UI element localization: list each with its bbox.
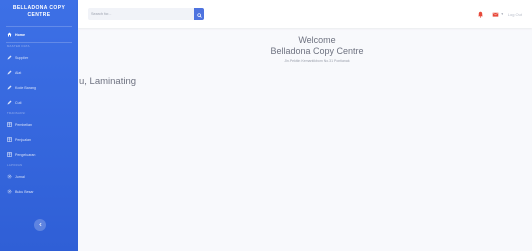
- sidebar-section-transaksi: TRANSAKSI: [7, 111, 26, 115]
- topbar: ▼ Log Out: [78, 0, 532, 28]
- sidebar-item-label: Pembelian: [15, 122, 32, 127]
- sidebar-item-pengeluaran[interactable]: Pengeluaran: [0, 147, 78, 162]
- sidebar-item-label: Kode Barang: [15, 85, 36, 90]
- sidebar-item-kode-barang[interactable]: Kode Barang: [0, 80, 78, 95]
- sidebar-section-laporan: LAPORAN: [7, 163, 23, 167]
- home-icon: [7, 32, 12, 37]
- sidebar-item-alat[interactable]: Alat: [0, 65, 78, 80]
- sidebar-item-label: Cuti: [15, 100, 22, 105]
- sidebar-item-label: Supplier: [15, 55, 29, 60]
- sidebar-item-home[interactable]: Home: [0, 27, 78, 42]
- search-input[interactable]: [88, 8, 194, 20]
- sidebar-item-supplier[interactable]: Supplier: [0, 50, 78, 65]
- search-icon: [196, 5, 202, 23]
- chevron-left-icon: [38, 222, 43, 229]
- pencil-icon: [7, 85, 12, 90]
- sidebar-toggle-button[interactable]: [34, 219, 46, 231]
- sidebar-item-label: Jurnal: [15, 174, 25, 179]
- pencil-icon: [7, 100, 12, 105]
- sidebar-item-pembelian[interactable]: Pembelian: [0, 117, 78, 132]
- sidebar-item-label: Buku Besar: [15, 189, 34, 194]
- table-icon: [7, 152, 12, 157]
- pencil-icon: [7, 55, 12, 60]
- sidebar: BELLADONA COPY CENTRE Home MASTER DATA S…: [0, 0, 78, 251]
- welcome-heading: Welcome: [298, 35, 336, 45]
- sidebar-item-jurnal[interactable]: Jurnal: [0, 169, 78, 184]
- bell-icon[interactable]: [477, 11, 484, 18]
- table-icon: [7, 137, 12, 142]
- brand-line-2: CENTRE: [27, 12, 51, 18]
- sidebar-item-label: Penjualan: [15, 137, 31, 142]
- sidebar-item-label: Pengeluaran: [15, 152, 36, 157]
- topbar-right: ▼ Log Out: [477, 9, 522, 19]
- logout-link[interactable]: Log Out: [508, 12, 522, 17]
- brand-logo[interactable]: BELLADONA COPY CENTRE: [0, 0, 78, 26]
- sidebar-section-master-data: MASTER DATA: [7, 44, 30, 48]
- brand-line-1: BELLADONA COPY: [12, 5, 66, 11]
- envelope-icon[interactable]: [492, 11, 499, 18]
- sidebar-item-buku-besar[interactable]: Buku Besar: [0, 184, 78, 199]
- gear-icon: [7, 174, 12, 179]
- sidebar-item-label: Alat: [15, 70, 22, 75]
- sidebar-item-penjualan[interactable]: Penjualan: [0, 132, 78, 147]
- company-name: Belladona Copy Centre: [270, 46, 364, 56]
- sidebar-item-cuti[interactable]: Cuti: [0, 95, 78, 110]
- pencil-icon: [7, 70, 12, 75]
- services-marquee-text: u, Laminating: [79, 76, 137, 87]
- table-icon: [7, 122, 12, 127]
- company-address: Jln.Pekitin Kemantikbom No.31 Pontianak: [284, 59, 350, 63]
- chevron-down-icon[interactable]: ▼: [501, 12, 504, 16]
- sidebar-item-label: Home: [15, 32, 25, 37]
- gear-icon: [7, 189, 12, 194]
- search-button[interactable]: [194, 8, 204, 20]
